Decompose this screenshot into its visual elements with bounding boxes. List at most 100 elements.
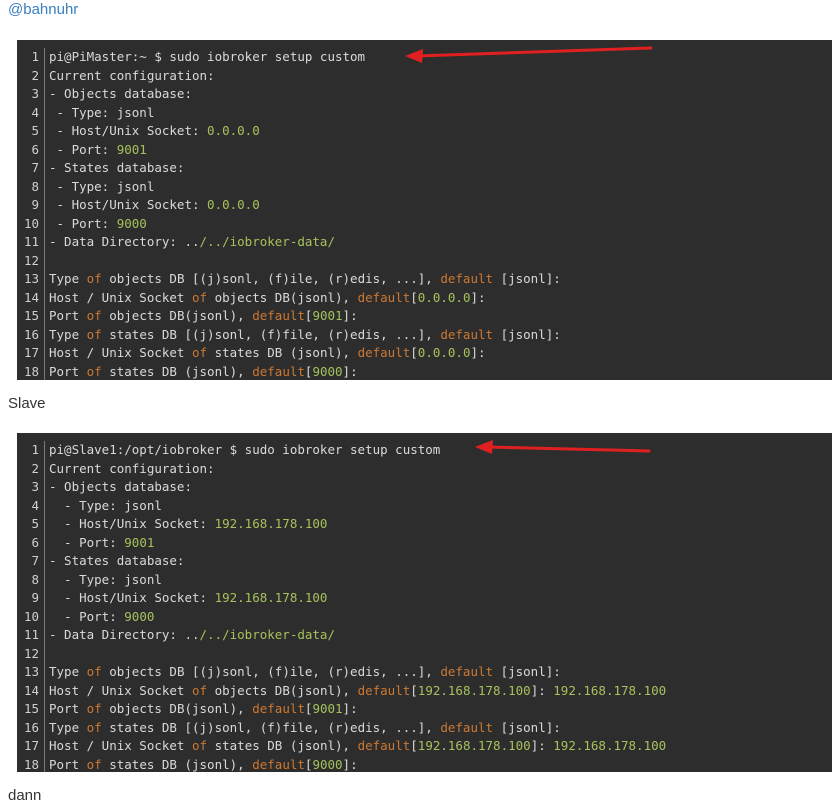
- code-token: Type: [49, 719, 87, 735]
- code-text: - Type: jsonl: [45, 571, 162, 590]
- code-text: - Data Directory: ../../iobroker-data/: [45, 626, 335, 645]
- code-text: - Port: 9001: [45, 141, 147, 160]
- user-mention-link[interactable]: @bahnuhr: [8, 1, 78, 18]
- code-token: 192.168.178.100: [553, 738, 667, 753]
- code-token: default: [357, 345, 411, 360]
- code-line: 9 - Host/Unix Socket: 192.168.178.100: [17, 589, 832, 608]
- code-token: Host / Unix Socket: [49, 289, 192, 305]
- code-token: 9000: [124, 608, 155, 624]
- code-text: Port of states DB (jsonl), default[9000]…: [45, 756, 358, 773]
- line-number: 16: [17, 718, 45, 737]
- code-line: 11 - Data Directory: ../../iobroker-data/: [17, 233, 832, 252]
- slave-code-lines: 1 pi@Slave1:/opt/iobroker $ sudo iobroker…: [17, 441, 832, 772]
- code-token: default: [440, 719, 494, 735]
- line-number: 13: [17, 270, 45, 289]
- code-line: 13 Type of objects DB [(j)sonl, (f)ile, (…: [17, 270, 832, 289]
- code-line: 17 Host / Unix Socket of states DB (jsonl…: [17, 737, 832, 756]
- code-line: 6 - Port: 9001: [17, 533, 832, 553]
- line-number: 18: [17, 362, 45, 380]
- code-token: of: [86, 308, 102, 323]
- code-token: ]:: [530, 738, 554, 753]
- code-line: 16 Type of states DB [(j)sonl, (f)file, (…: [17, 718, 832, 737]
- code-token: default: [252, 308, 305, 323]
- code-token: ]:: [342, 308, 358, 323]
- code-token: states DB [(j)sonl, (f)file, (r)edis, ..…: [101, 326, 441, 342]
- code-token: 9000: [312, 363, 343, 379]
- code-token: - Type: jsonl: [49, 104, 155, 120]
- line-number: 6: [17, 140, 45, 159]
- code-token: 9001: [116, 141, 147, 157]
- line-number: 17: [17, 737, 45, 756]
- line-number: 4: [17, 496, 45, 515]
- code-text: Host / Unix Socket of objects DB(jsonl),…: [45, 682, 666, 701]
- line-number: 3: [17, 85, 45, 104]
- code-token: default: [440, 271, 494, 286]
- code-token: [jsonl]:: [493, 326, 561, 342]
- line-number: 12: [17, 644, 45, 663]
- code-token: 192.168.178.100: [417, 738, 531, 753]
- code-token: - Data Directory: ..: [49, 234, 200, 249]
- code-token: default: [440, 326, 494, 342]
- code-text: - Type: jsonl: [45, 497, 162, 516]
- code-token: - Data Directory: ..: [49, 627, 200, 642]
- code-token: states DB (jsonl),: [207, 345, 358, 360]
- code-token: objects DB(jsonl),: [207, 289, 358, 305]
- code-token: - Host/Unix Socket:: [49, 590, 215, 605]
- code-token: - Port:: [49, 534, 125, 550]
- code-text: - Port: 9001: [45, 534, 154, 553]
- code-token: of: [192, 345, 208, 360]
- line-number: 12: [17, 251, 45, 270]
- code-text: - Type: jsonl: [45, 104, 155, 123]
- code-token: - Host/Unix Socket:: [49, 516, 215, 531]
- code-text: Current configuration:: [45, 460, 215, 479]
- code-token: ]:: [342, 756, 358, 772]
- line-number: 8: [17, 177, 45, 196]
- code-token: - Port:: [49, 141, 117, 157]
- code-token: Port: [49, 756, 87, 772]
- code-token: [: [410, 345, 418, 360]
- code-token: [jsonl]:: [493, 664, 561, 679]
- code-line: 9 - Host/Unix Socket: 0.0.0.0: [17, 196, 832, 215]
- code-text: Host / Unix Socket of states DB (jsonl),…: [45, 737, 666, 756]
- line-number: 16: [17, 325, 45, 344]
- code-token: ]:: [470, 289, 486, 305]
- code-text: - Host/Unix Socket: 192.168.178.100: [45, 589, 327, 608]
- code-token: objects DB(jsonl),: [207, 682, 358, 698]
- code-line: 13 Type of objects DB [(j)sonl, (f)ile, (…: [17, 663, 832, 682]
- code-token: [: [410, 738, 418, 753]
- line-number: 6: [17, 533, 45, 552]
- code-token: pi@Slave1:/opt/iobroker $ sudo iobroker …: [49, 442, 441, 457]
- code-token: of: [86, 363, 102, 379]
- code-token: /../iobroker-data/: [199, 234, 335, 249]
- code-token: ]:: [342, 701, 358, 716]
- line-number: 14: [17, 681, 45, 700]
- code-line: 15 Port of objects DB(jsonl), default[900…: [17, 307, 832, 326]
- code-token: - Type: jsonl: [49, 497, 162, 513]
- line-number: 8: [17, 570, 45, 589]
- line-number: 2: [17, 459, 45, 478]
- slave-label: Slave: [8, 395, 46, 412]
- code-token: 0.0.0.0: [207, 197, 260, 212]
- code-line: 3 - Objects database:: [17, 85, 832, 104]
- code-line: 10 - Port: 9000: [17, 607, 832, 626]
- line-number: 7: [17, 159, 45, 178]
- code-line: 5 - Host/Unix Socket: 0.0.0.0: [17, 122, 832, 141]
- line-number: 11: [17, 233, 45, 252]
- code-line: 7 - States database:: [17, 552, 832, 571]
- line-number: 2: [17, 66, 45, 85]
- code-text: - States database:: [45, 159, 184, 178]
- code-token: default: [357, 682, 411, 698]
- code-token: - Type: jsonl: [49, 178, 155, 194]
- code-line: 4 - Type: jsonl: [17, 103, 832, 123]
- code-line: 7 - States database:: [17, 159, 832, 178]
- code-line: 6 - Port: 9001: [17, 140, 832, 160]
- code-token: default: [440, 664, 494, 679]
- code-token: ]:: [530, 682, 554, 698]
- code-token: Host / Unix Socket: [49, 345, 192, 360]
- code-token: 0.0.0.0: [207, 123, 260, 138]
- code-line: 4 - Type: jsonl: [17, 496, 832, 516]
- line-number: 15: [17, 307, 45, 326]
- code-text: - Objects database:: [45, 478, 192, 497]
- code-text: - Host/Unix Socket: 192.168.178.100: [45, 515, 327, 534]
